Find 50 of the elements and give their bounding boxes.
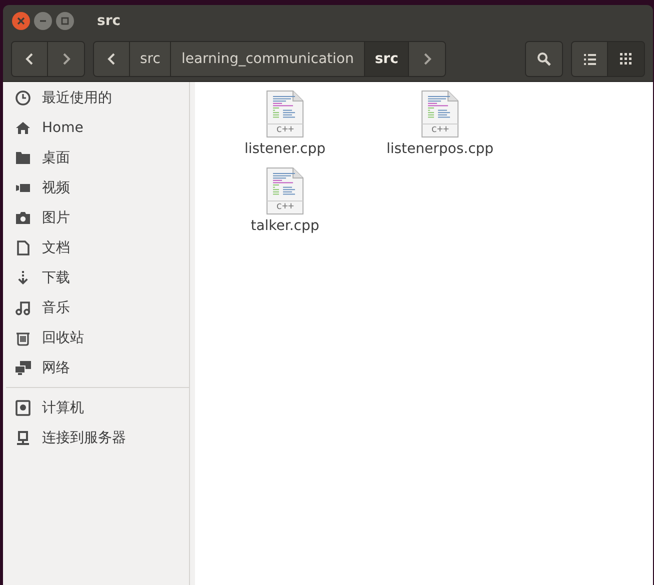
sidebar-item[interactable]: 下载 xyxy=(42,269,70,287)
sidebar-item[interactable]: 回收站 xyxy=(42,329,84,347)
path-button[interactable]: src xyxy=(364,42,410,76)
list-view-icon xyxy=(584,54,596,64)
document-icon xyxy=(15,240,31,256)
back-button[interactable] xyxy=(12,42,48,76)
file-name[interactable]: talker.cpp xyxy=(250,218,320,234)
sidebar-item[interactable]: 网络 xyxy=(42,359,70,377)
network-icon xyxy=(15,360,31,376)
search-icon xyxy=(537,52,551,66)
sidebar-item[interactable]: 计算机 xyxy=(42,399,84,417)
cpp-file-icon[interactable]: c++ xyxy=(421,90,459,138)
sidebar-item[interactable]: 视频 xyxy=(42,179,70,197)
sidebar-item[interactable]: Home xyxy=(42,120,84,136)
clock-icon xyxy=(15,90,31,106)
music-note-icon xyxy=(15,300,31,316)
minimize-button[interactable] xyxy=(34,12,52,30)
file-name[interactable]: listenerpos.cpp xyxy=(386,141,494,157)
sidebar-item[interactable]: 文档 xyxy=(42,239,70,257)
maximize-icon xyxy=(60,16,70,26)
grid-view-icon xyxy=(620,53,632,65)
sidebar-item[interactable]: 最近使用的 xyxy=(42,89,112,107)
path-scroll-left-button[interactable] xyxy=(94,42,130,76)
folder-icon xyxy=(15,150,31,166)
sidebar-item[interactable]: 桌面 xyxy=(42,149,70,167)
file-type-label: c++ xyxy=(274,124,296,135)
sidebar-item[interactable]: 音乐 xyxy=(42,299,70,317)
list-view-button[interactable] xyxy=(572,42,608,76)
trash-icon xyxy=(15,330,31,346)
grid-view-button[interactable] xyxy=(608,42,644,76)
path-button[interactable]: src xyxy=(130,42,172,76)
maximize-button[interactable] xyxy=(56,12,74,30)
camera-icon xyxy=(15,210,31,226)
close-button[interactable] xyxy=(12,12,30,30)
cpp-file-icon[interactable]: c++ xyxy=(266,167,304,215)
sidebar-item[interactable]: 连接到服务器 xyxy=(42,429,126,447)
close-icon xyxy=(16,16,26,26)
back-icon xyxy=(24,52,36,66)
home-icon xyxy=(15,120,31,136)
chevron-left-icon xyxy=(106,52,118,66)
file-name[interactable]: listener.cpp xyxy=(244,141,326,157)
download-icon xyxy=(15,270,31,286)
file-type-label: c++ xyxy=(274,201,296,212)
search-button[interactable] xyxy=(526,42,562,76)
path-button[interactable]: learning_communication xyxy=(171,42,365,76)
window-title: src xyxy=(97,13,121,29)
sidebar-item[interactable]: 图片 xyxy=(42,209,70,227)
computer-icon xyxy=(15,430,31,446)
cpp-file-icon[interactable]: c++ xyxy=(266,90,304,138)
file-type-label: c++ xyxy=(430,124,450,135)
